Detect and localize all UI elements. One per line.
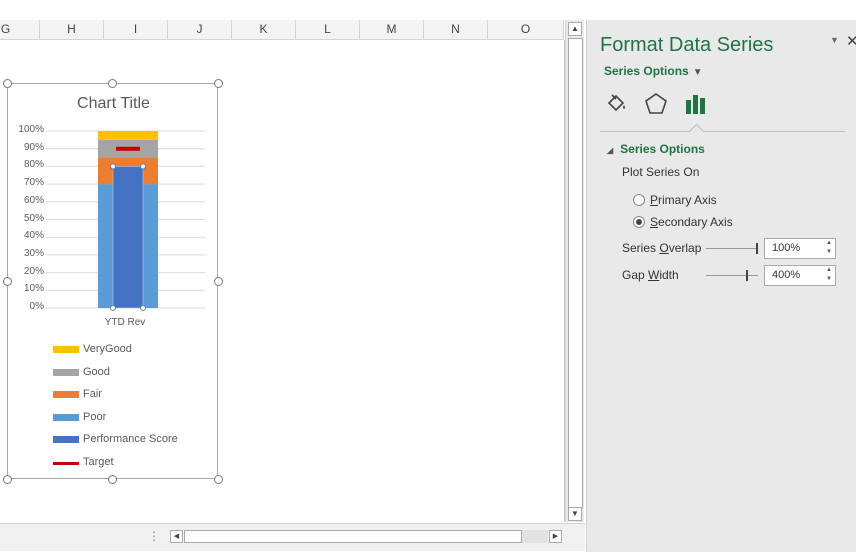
selection-point[interactable] xyxy=(140,305,146,311)
column-header-J[interactable]: J xyxy=(168,20,232,39)
selection-point[interactable] xyxy=(110,305,116,311)
legend-swatch xyxy=(53,436,79,443)
primary-axis-label-rest: rimary Axis xyxy=(658,193,717,207)
y-tick-label: 70% xyxy=(23,177,44,189)
fill-line-icon[interactable] xyxy=(603,91,629,117)
resize-handle-left[interactable] xyxy=(3,277,12,286)
column-header-O[interactable]: O xyxy=(488,20,564,39)
spin-up-icon[interactable]: ▲ xyxy=(826,267,832,273)
tab-divider xyxy=(600,131,845,132)
effects-icon[interactable] xyxy=(643,91,669,117)
y-tick-label: 40% xyxy=(23,230,44,242)
series-overlap-slider[interactable] xyxy=(706,243,758,254)
chart-object[interactable]: Chart Title 0% 10% 20% 30% 40% 50% 60% 70% 80% 90… xyxy=(7,83,218,479)
gap-width-label: Gap Width xyxy=(622,268,679,282)
secondary-axis-label[interactable]: Secondary Axis xyxy=(650,215,733,229)
primary-axis-label[interactable]: Primary Axis xyxy=(650,193,717,207)
column-header-L[interactable]: L xyxy=(296,20,360,39)
secondary-axis-label-rest: econdary Axis xyxy=(658,215,733,229)
legend-label: Good xyxy=(83,365,110,378)
x-axis-category-label: YTD Rev xyxy=(104,317,146,328)
series-overlap-label: Series Overlap xyxy=(622,241,702,255)
y-tick-label: 60% xyxy=(23,194,44,206)
y-tick-label: 10% xyxy=(23,283,44,295)
gap-width-value[interactable]: 400% xyxy=(772,269,800,281)
series-options-section-header[interactable]: ◢ Series Options xyxy=(607,142,705,156)
primary-axis-radio[interactable] xyxy=(633,194,645,206)
close-icon[interactable]: ✕ xyxy=(846,32,856,50)
y-tick-label: 50% xyxy=(23,212,44,224)
gap-width-slider-thumb[interactable] xyxy=(746,270,748,281)
selection-point[interactable] xyxy=(110,163,116,170)
scroll-left-arrow-icon[interactable]: ◀ xyxy=(170,530,183,543)
y-tick-label: 90% xyxy=(23,141,44,153)
bar-performance-score[interactable] xyxy=(112,166,144,309)
gap-width-slider[interactable] xyxy=(706,270,758,281)
scroll-right-arrow-icon[interactable]: ▶ xyxy=(549,530,562,543)
plot-series-on-label: Plot Series On xyxy=(622,165,700,179)
y-tick-label: 80% xyxy=(23,159,44,171)
collapse-triangle-icon: ◢ xyxy=(607,146,614,155)
dropdown-caret-icon[interactable]: ▼ xyxy=(830,35,839,45)
column-header-N[interactable]: N xyxy=(424,20,488,39)
secondary-axis-radio[interactable] xyxy=(633,216,645,228)
resize-handle-bottom-left[interactable] xyxy=(3,475,12,484)
series-options-icon[interactable] xyxy=(683,91,709,117)
spin-down-icon[interactable]: ▼ xyxy=(826,276,832,282)
series-overlap-slider-thumb[interactable] xyxy=(756,243,758,254)
column-header-M[interactable]: M xyxy=(360,20,424,39)
y-tick-label: 100% xyxy=(18,124,44,135)
column-header-H[interactable]: H xyxy=(40,20,104,39)
legend-swatch xyxy=(53,413,79,421)
resize-handle-bottom[interactable] xyxy=(108,475,117,484)
legend-label: Performance Score xyxy=(83,433,178,445)
selection-point[interactable] xyxy=(140,163,146,170)
resize-handle-top-left[interactable] xyxy=(3,79,12,88)
horizontal-scrollbar-area: ⋮ ◀ ▶ xyxy=(0,523,585,551)
series-overlap-spinner[interactable]: 100% ▲ ▼ xyxy=(764,238,836,259)
column-header-row: GHIJKLMNO xyxy=(0,20,564,40)
vertical-scrollbar[interactable]: ▲ ▼ xyxy=(565,20,584,522)
resize-handle-bottom-right[interactable] xyxy=(214,475,223,484)
series-overlap-value[interactable]: 100% xyxy=(772,242,800,254)
spin-up-icon[interactable]: ▲ xyxy=(826,240,832,246)
column-header-G[interactable]: G xyxy=(0,20,40,39)
gap-width-spinner[interactable]: 400% ▲ ▼ xyxy=(764,265,836,286)
column-header-K[interactable]: K xyxy=(232,20,296,39)
y-tick-label: 30% xyxy=(23,247,44,259)
chevron-down-icon: ▼ xyxy=(692,67,703,78)
horizontal-scroll-thumb[interactable] xyxy=(184,530,522,543)
y-tick-label: 0% xyxy=(29,301,44,312)
column-header-I[interactable]: I xyxy=(104,20,168,39)
bar-verygood[interactable] xyxy=(98,131,158,140)
y-tick-label: 20% xyxy=(23,265,44,277)
legend-label: Target xyxy=(83,455,114,468)
legend-swatch xyxy=(53,391,79,398)
scroll-up-arrow-icon[interactable]: ▲ xyxy=(568,22,582,36)
series-options-dropdown[interactable]: Series Options ▼ xyxy=(604,64,703,78)
legend-swatch xyxy=(53,461,79,465)
spin-down-icon[interactable]: ▼ xyxy=(826,249,832,255)
pane-title: Format Data Series xyxy=(600,34,774,56)
legend-label: VeryGood xyxy=(83,343,132,355)
scroll-down-arrow-icon[interactable]: ▼ xyxy=(568,507,582,521)
active-tab-pointer xyxy=(688,123,705,140)
sheet-tab-splitter-icon[interactable]: ⋮ xyxy=(148,529,160,543)
format-data-series-pane: Format Data Series ▼ ✕ Series Options ▼ ◢… xyxy=(586,20,856,552)
legend-label: Fair xyxy=(83,388,102,400)
vertical-scroll-thumb[interactable] xyxy=(568,38,583,508)
section-header-label: Series Options xyxy=(620,142,705,156)
legend-swatch xyxy=(53,346,79,353)
series-options-dropdown-label: Series Options xyxy=(604,64,689,78)
legend-swatch xyxy=(53,368,79,376)
resize-handle-top[interactable] xyxy=(108,79,117,88)
legend-label: Poor xyxy=(83,410,107,423)
resize-handle-top-right[interactable] xyxy=(214,79,223,88)
resize-handle-right[interactable] xyxy=(214,277,223,286)
